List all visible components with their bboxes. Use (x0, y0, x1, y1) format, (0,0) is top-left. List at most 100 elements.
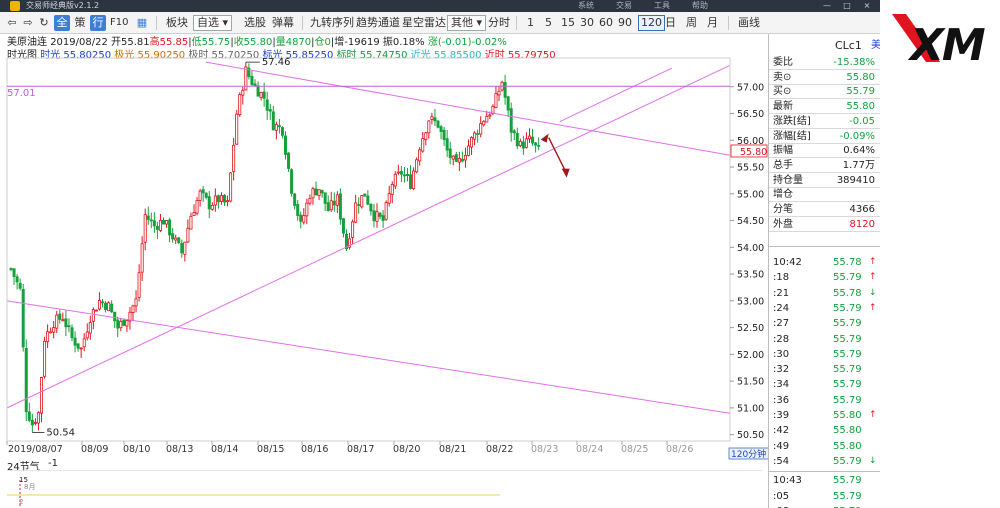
candle-body (268, 109, 272, 112)
candle-body (280, 127, 284, 136)
candle-body (457, 157, 461, 163)
candle-body (238, 94, 242, 116)
nine-turn-button[interactable]: 九转序列 (310, 15, 354, 31)
layout-icon[interactable]: ▦ (134, 15, 150, 31)
quote-button[interactable]: 行 (90, 15, 106, 31)
period-week[interactable]: 周 (686, 15, 697, 31)
menu-help[interactable]: 帮助 (692, 0, 708, 12)
candle-body (140, 243, 144, 273)
watchlist-dropdown[interactable]: 自选 ▾ (193, 15, 233, 31)
y-tick-label: 51.00 (737, 403, 764, 414)
y-tick-label: 53.00 (737, 296, 764, 307)
candle-body (436, 120, 440, 128)
current-price-label: 55.80 (740, 147, 767, 158)
x-tick-label: 08/20 (393, 444, 420, 455)
menu-tools[interactable]: 工具 (654, 0, 670, 12)
tick-row: :34 55.79 (769, 378, 880, 391)
candle-body (302, 215, 306, 223)
tick-price: 55.80 (833, 425, 862, 437)
x-tick-label: 08/17 (347, 444, 374, 455)
period-15[interactable]: 15 (561, 15, 575, 31)
other-dropdown[interactable]: 其他 ▾ (447, 15, 487, 31)
candle-body (515, 132, 519, 147)
other-label: 其他 (451, 16, 473, 29)
candlestick-chart[interactable]: 57.0056.5056.0055.5055.0054.5054.0053.50… (0, 40, 768, 460)
y-tick-label: 55.00 (737, 189, 764, 200)
star-radar-button[interactable]: 星空雷达 (402, 15, 446, 31)
candle-body (73, 337, 77, 346)
tick-row: :32 55.79 (769, 363, 880, 376)
trend-channel-button[interactable]: 趋势通道 (356, 15, 400, 31)
period-month[interactable]: 月 (707, 15, 718, 31)
x-tick-label: 08/21 (439, 444, 466, 455)
candle-body (534, 142, 538, 146)
stock-screener-button[interactable]: 选股 (244, 15, 266, 31)
minimize-button[interactable]: — (818, 0, 836, 12)
period-intraday[interactable]: 分时 (488, 15, 510, 31)
period-30[interactable]: 30 (580, 15, 594, 31)
menu-trade[interactable]: 交易 (616, 0, 632, 12)
axis-group: 57.0056.5056.0055.5055.0054.5054.0053.50… (6, 57, 768, 455)
trendline (6, 64, 731, 409)
candle-body (393, 173, 397, 187)
quote-label: 外盘 (773, 218, 793, 230)
candle-body (317, 189, 321, 197)
forward-icon[interactable]: ⇨ (20, 15, 36, 31)
maximize-button[interactable]: □ (838, 0, 856, 12)
candle-body (329, 200, 333, 211)
candle-body (27, 411, 31, 421)
period-5[interactable]: 5 (545, 15, 552, 31)
candle-body (207, 196, 211, 210)
tick-price: 55.79 (833, 333, 862, 345)
quote-value: 55.79 (846, 86, 875, 98)
period-90[interactable]: 90 (618, 15, 632, 31)
candle-body (409, 174, 413, 189)
tick-price: 55.79 (833, 364, 862, 376)
quote-label: 委比 (773, 57, 793, 68)
menu-system[interactable]: 系统 (578, 0, 594, 12)
x-tick-label: 08/23 (531, 444, 558, 455)
draw-line-button[interactable]: 画线 (738, 15, 760, 31)
y-tick-label: 54.50 (737, 216, 764, 227)
symbol-code: CLc1 (835, 39, 862, 52)
tick-row: :30 55.79 (769, 348, 880, 361)
candle-body (424, 132, 428, 141)
quote-label: 振幅 (773, 145, 793, 157)
tick-direction-icon: ↑ (869, 410, 877, 420)
danmaku-button[interactable]: 弹幕 (272, 15, 294, 31)
period-60[interactable]: 60 (599, 15, 613, 31)
panel-divider (769, 246, 880, 247)
candle-body (351, 221, 355, 238)
period-1[interactable]: 1 (527, 15, 534, 31)
candle-body (506, 96, 510, 111)
period-120[interactable]: 120 (638, 15, 665, 31)
tick-time: :34 (773, 379, 790, 391)
strategy-button[interactable]: 策 (72, 15, 88, 31)
candle-body (43, 340, 47, 377)
y-tick-label: 56.50 (737, 109, 764, 120)
sector-button[interactable]: 板块 (166, 15, 188, 31)
candle-body (229, 172, 233, 202)
tick-time: :24 (773, 302, 790, 314)
close-button[interactable]: × (858, 0, 876, 12)
candle-body (418, 149, 422, 162)
refresh-icon[interactable]: ↻ (36, 15, 52, 31)
tick-direction-icon: ↑ (869, 272, 877, 283)
candle-body (277, 125, 281, 128)
quote-row: 持仓量 389410 (769, 174, 880, 188)
candle-body (509, 108, 513, 133)
back-icon[interactable]: ⇦ (4, 15, 20, 31)
all-market-button[interactable]: 全 (54, 15, 70, 31)
candle-body (195, 200, 199, 214)
candle-body (390, 184, 394, 195)
period-day[interactable]: 日 (665, 15, 676, 31)
candle-body (335, 194, 339, 206)
trendline-extension (559, 67, 673, 123)
app-icon (10, 1, 20, 11)
candle-body (402, 174, 406, 177)
candle-body (341, 218, 345, 234)
candle-body (463, 155, 467, 161)
f10-button[interactable]: F10 (110, 15, 128, 31)
candle-body (299, 214, 303, 222)
candle-body (61, 319, 65, 322)
